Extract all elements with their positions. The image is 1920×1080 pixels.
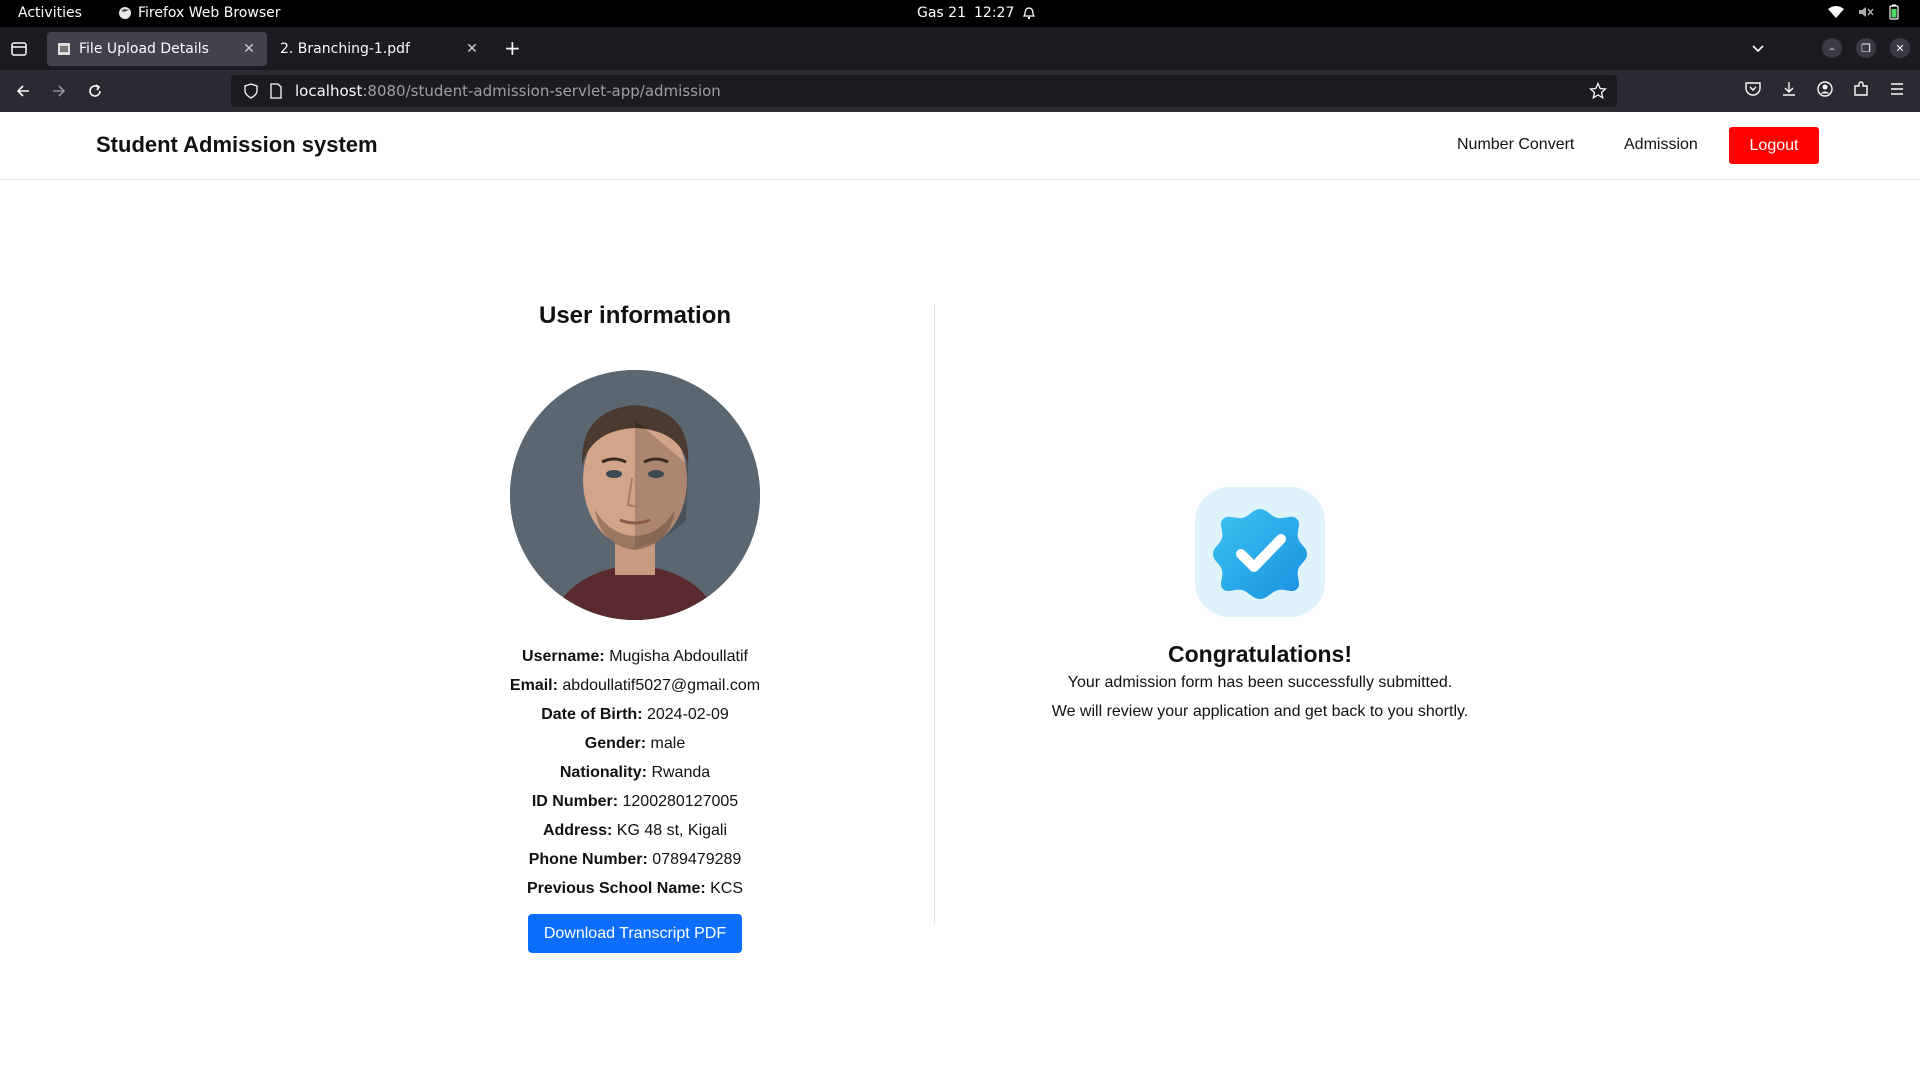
url-path: :8080/student-admission-servlet-app/admi… xyxy=(362,82,721,100)
restore-icon[interactable]: ❐ xyxy=(1856,38,1876,58)
field-label: Address: xyxy=(542,822,613,839)
url-bar[interactable]: localhost:8080/student-admission-servlet… xyxy=(231,75,1617,107)
firefox-icon xyxy=(119,7,131,19)
clock[interactable]: Gas 21 12:27 xyxy=(917,5,1036,21)
alarm-icon xyxy=(1023,7,1036,20)
field-value: 0789479289 xyxy=(652,851,742,868)
url-host: localhost xyxy=(295,82,363,100)
tab-title: File Upload Details xyxy=(79,41,209,57)
account-icon[interactable] xyxy=(1816,80,1834,98)
user-information-panel: User information Username: Mugisha Abdou… xyxy=(430,302,840,953)
tab-branching-pdf[interactable]: 2. Branching-1.pdf ✕ xyxy=(270,32,490,66)
column-divider xyxy=(934,304,935,924)
field-value: 2024-02-09 xyxy=(646,706,729,723)
field-label: Gender: xyxy=(584,735,647,752)
minimize-icon[interactable]: – xyxy=(1822,38,1842,58)
field-label: Phone Number: xyxy=(528,851,648,868)
os-top-bar: Activities Firefox Web Browser Gas 21 12… xyxy=(0,0,1920,27)
field-value: abdoullatif5027@gmail.com xyxy=(562,677,761,694)
web-page: Student Admission system Number Convert … xyxy=(0,112,1920,1080)
field-date-of-birth: Date of Birth: 2024-02-09 xyxy=(430,700,840,729)
field-value: Mugisha Abdoullatif xyxy=(609,648,748,665)
browser-toolbar: localhost:8080/student-admission-servlet… xyxy=(0,70,1920,112)
field-email: Email: abdoullatif5027@gmail.com xyxy=(430,671,840,700)
tab-file-upload-details[interactable]: File Upload Details ✕ xyxy=(47,32,267,66)
field-username: Username: Mugisha Abdoullatif xyxy=(430,642,840,671)
field-label: ID Number: xyxy=(531,793,619,810)
extensions-icon[interactable] xyxy=(1852,80,1870,98)
system-tray[interactable] xyxy=(1828,4,1900,20)
chevron-down-icon[interactable] xyxy=(1750,40,1766,56)
tab-title: 2. Branching-1.pdf xyxy=(280,41,410,57)
clock-time: 12:27 xyxy=(974,5,1015,21)
page-info-icon[interactable] xyxy=(269,83,283,99)
bookmark-star-icon[interactable] xyxy=(1589,82,1607,100)
wifi-icon xyxy=(1828,6,1844,18)
verified-badge-icon xyxy=(1195,487,1325,617)
close-window-icon[interactable]: ✕ xyxy=(1890,38,1910,58)
tab-strip: File Upload Details ✕ 2. Branching-1.pdf… xyxy=(0,27,1920,70)
volume-muted-icon xyxy=(1859,7,1874,17)
field-label: Previous School Name: xyxy=(526,880,706,897)
download-transcript-button[interactable]: Download Transcript PDF xyxy=(527,914,743,953)
field-phone-number: Phone Number: 0789479289 xyxy=(430,845,840,874)
tab-close-icon[interactable]: ✕ xyxy=(464,41,480,57)
field-address: Address: KG 48 st, Kigali xyxy=(430,816,840,845)
field-nationality: Nationality: Rwanda xyxy=(430,758,840,787)
site-header: Student Admission system Number Convert … xyxy=(0,112,1920,180)
list-all-tabs-icon[interactable] xyxy=(8,38,30,60)
field-label: Nationality: xyxy=(559,764,647,781)
app-name: Firefox Web Browser xyxy=(138,5,281,21)
confirmation-message-1: Your admission form has been successfull… xyxy=(1067,674,1453,691)
user-details: Username: Mugisha Abdoullatif Email: abd… xyxy=(430,642,840,903)
field-label: Username: xyxy=(522,648,605,665)
user-photo xyxy=(510,370,760,620)
user-information-title: User information xyxy=(538,302,732,329)
page-favicon-icon xyxy=(58,43,70,55)
back-icon[interactable] xyxy=(12,80,34,102)
reload-icon[interactable] xyxy=(84,80,106,102)
field-value: Rwanda xyxy=(651,764,711,781)
field-value: 1200280127005 xyxy=(622,793,739,810)
field-value: male xyxy=(650,735,686,752)
confirmation-message-2: We will review your application and get … xyxy=(1051,703,1469,720)
new-tab-icon[interactable]: + xyxy=(504,38,521,58)
tab-close-icon[interactable]: ✕ xyxy=(241,41,257,57)
logout-button[interactable]: Logout xyxy=(1729,127,1819,164)
nav-admission[interactable]: Admission xyxy=(1624,136,1698,154)
forward-icon[interactable] xyxy=(48,80,70,102)
field-value: KG 48 st, Kigali xyxy=(616,822,728,839)
field-value: KCS xyxy=(710,880,744,897)
app-menu[interactable]: Firefox Web Browser xyxy=(118,5,281,21)
field-previous-school: Previous School Name: KCS xyxy=(430,874,840,903)
portrait-image xyxy=(510,370,760,620)
nav-number-convert[interactable]: Number Convert xyxy=(1457,136,1574,154)
congratulations-title: Congratulations! xyxy=(1168,641,1352,667)
field-label: Email: xyxy=(509,677,558,694)
field-label: Date of Birth: xyxy=(541,706,643,723)
field-gender: Gender: male xyxy=(430,729,840,758)
field-id-number: ID Number: 1200280127005 xyxy=(430,787,840,816)
activities-button[interactable]: Activities xyxy=(18,5,82,21)
menu-icon[interactable] xyxy=(1888,80,1906,98)
site-brand[interactable]: Student Admission system xyxy=(96,132,378,158)
pocket-icon[interactable] xyxy=(1744,80,1762,98)
downloads-icon[interactable] xyxy=(1780,80,1798,98)
clock-day: Gas 21 xyxy=(917,5,966,21)
battery-icon xyxy=(1889,4,1899,20)
shield-icon[interactable] xyxy=(243,83,259,99)
confirmation-panel: Congratulations! Your admission form has… xyxy=(960,487,1560,726)
